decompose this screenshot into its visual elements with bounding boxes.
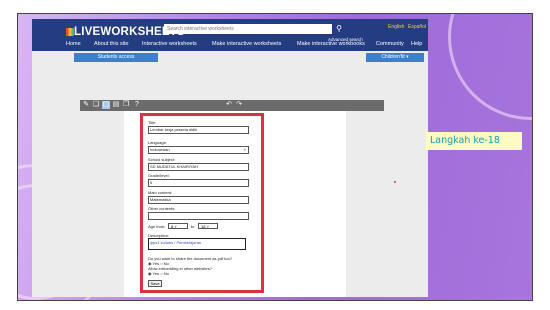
nav-community[interactable]: Community (376, 41, 404, 47)
nav-about[interactable]: About this site (94, 41, 129, 47)
children-dropdown-button[interactable]: Children'fit ▾ (366, 53, 424, 62)
main-content-label: Main content: (148, 190, 173, 195)
main-content-field[interactable]: Matematika (148, 196, 249, 204)
lang-espanol[interactable]: Español (408, 24, 426, 30)
title-field[interactable]: Lembar kerja peserta didik (148, 126, 249, 134)
other-contents-field[interactable] (148, 212, 249, 220)
slide-frame: LIVEWORKSHEETS ⚲ Advanced search English… (17, 13, 533, 301)
nav-home[interactable]: Home (66, 41, 81, 47)
browser-screen: LIVEWORKSHEETS ⚲ Advanced search English… (32, 19, 428, 297)
embed-options: ◉ Yes ○ No (148, 271, 169, 276)
logo-icon (66, 28, 74, 36)
age-from-label: Age from: (148, 224, 166, 229)
nav-make-workbooks[interactable]: Make interactive workbooks (297, 41, 365, 47)
nav-interactive-worksheets[interactable]: Interactive worksheets (142, 41, 197, 47)
chevron-down-icon: ˅ (243, 147, 246, 152)
language-label: Language: (148, 140, 167, 145)
step-label: Langkah ke-18 (426, 132, 522, 150)
doc-icon[interactable]: ▤ (112, 101, 120, 109)
age-to-label: to (191, 224, 195, 229)
red-dot (394, 181, 396, 183)
nav-help[interactable]: Help (411, 41, 422, 47)
search-icon[interactable]: ⚲ (334, 23, 344, 34)
language-value: Indonesian (150, 147, 170, 152)
embed-no-radio[interactable]: ○ (160, 271, 162, 276)
students-access-button[interactable]: Students access (74, 53, 158, 62)
school-label: School subject: (148, 157, 176, 162)
copy-icon[interactable]: ❏ (92, 101, 100, 109)
site-header: LIVEWORKSHEETS ⚲ Advanced search English… (32, 19, 428, 51)
edit-icon[interactable]: ✎ (82, 101, 90, 109)
undo-icon[interactable]: ↶ (225, 101, 233, 109)
age-to-value: 18 (201, 224, 206, 229)
page-icon[interactable]: ▢ (102, 101, 110, 109)
title-label: Title: (148, 120, 157, 125)
grade-field[interactable]: 5 (148, 179, 249, 187)
embed-yes-radio[interactable]: ◉ (148, 271, 152, 276)
lang-english[interactable]: English (388, 24, 404, 30)
help-icon[interactable]: ? (133, 101, 141, 109)
grade-label: Grade/level: (148, 173, 170, 178)
redo-icon[interactable]: ↷ (235, 101, 243, 109)
age-from-select[interactable]: 8 ˅ (168, 223, 188, 229)
save-button[interactable]: Save (148, 280, 162, 287)
description-field[interactable]: lpps1 kuliahs / Pembelajaran (148, 238, 246, 250)
age-from-value: 8 (171, 224, 174, 229)
language-select[interactable]: Indonesian ˅ (148, 146, 249, 154)
editor-toolbar: ✎ ❏ ▢ ▤ ❐ ? ↶ ↷ (80, 100, 384, 111)
nav-make-worksheets[interactable]: Make interactive worksheets (212, 41, 281, 47)
other-contents-label: Other contents: (148, 206, 176, 211)
age-to-select[interactable]: 18 ˅ (198, 223, 218, 229)
copy2-icon[interactable]: ❐ (122, 101, 130, 109)
embed-no-label: No (163, 271, 169, 276)
search-input[interactable] (164, 24, 332, 34)
school-field[interactable]: SD MUDATUL KHAIRIYAH (148, 163, 249, 171)
embed-yes-label: Yes (152, 271, 160, 276)
